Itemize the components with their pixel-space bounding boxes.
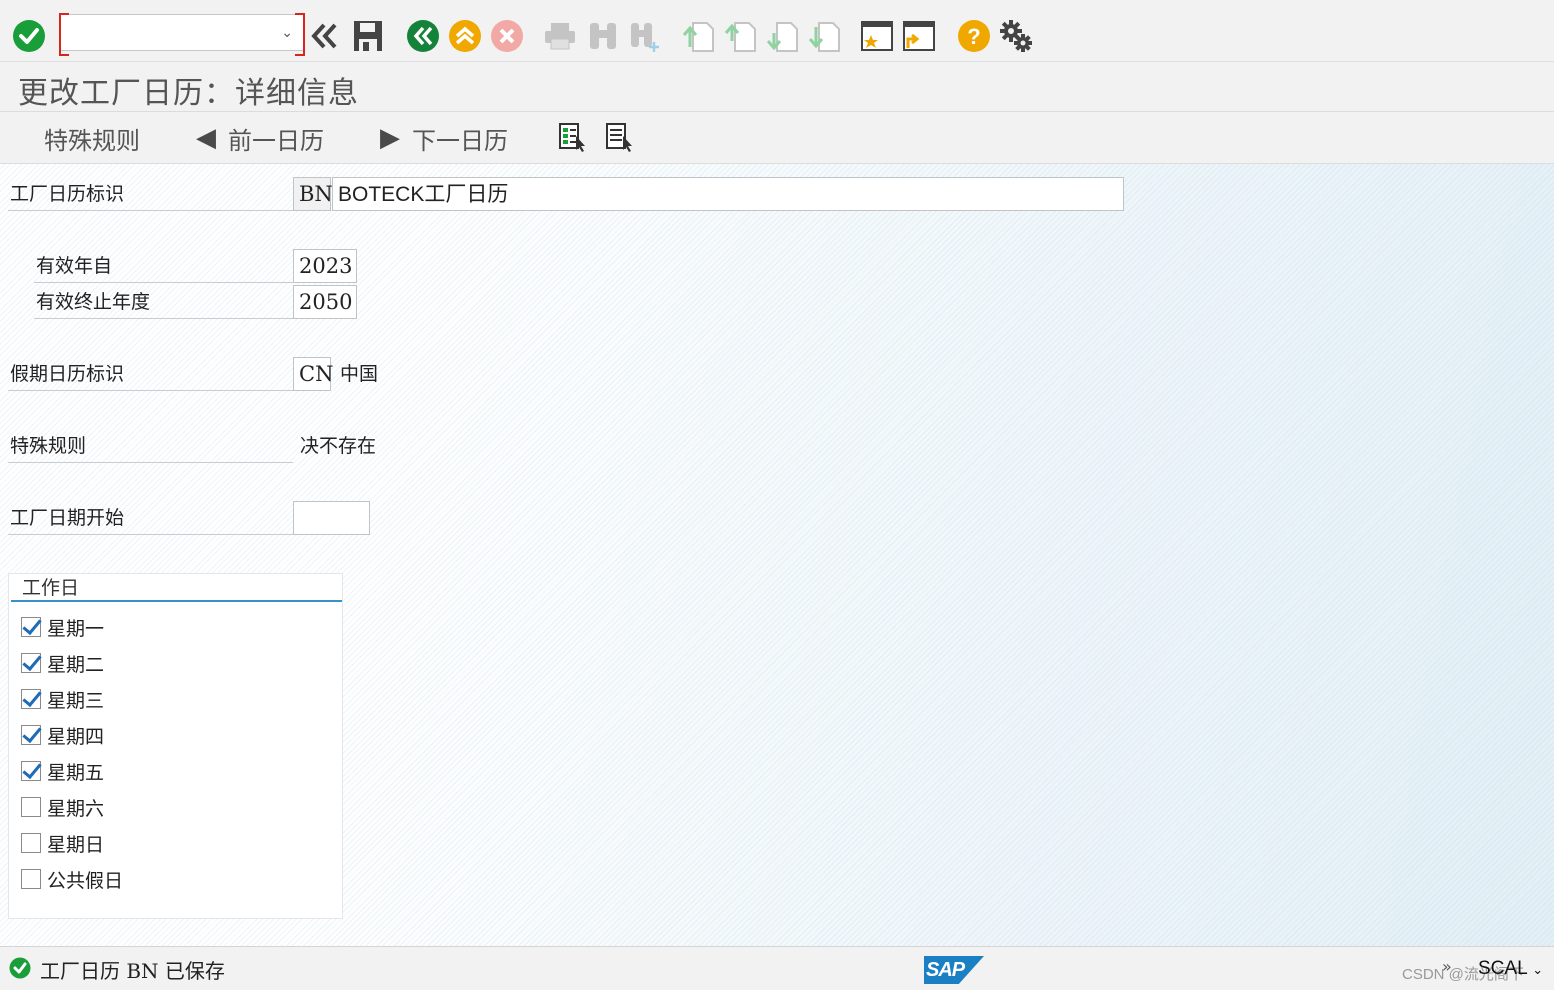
special-rules-button-label: 特殊规则 xyxy=(44,126,140,155)
triangle-left-icon: ◀ xyxy=(196,123,216,153)
workdays-title: 工作日 xyxy=(11,576,342,602)
workday-label: 星期四 xyxy=(47,725,105,748)
special-rules-label: 特殊规则 xyxy=(8,429,293,463)
previous-page-icon xyxy=(722,16,758,56)
system-info-label: SCAL xyxy=(1478,958,1527,979)
command-field[interactable]: ⌄ xyxy=(59,13,305,56)
factory-date-start-field[interactable] xyxy=(293,501,370,535)
success-icon xyxy=(9,957,31,983)
application-toolbar: 特殊规则 ◀ 前一日历 ▶ 下一日历 xyxy=(0,112,1554,164)
checkbox[interactable] xyxy=(21,653,41,673)
previous-calendar-button[interactable]: ◀ 前一日历 xyxy=(196,120,324,156)
special-rules-button[interactable]: 特殊规则 xyxy=(44,120,140,156)
valid-from-field[interactable]: 2023 xyxy=(293,249,357,283)
valid-to-label: 有效终止年度 xyxy=(34,285,293,319)
page-title: 更改工厂日历：详细信息 xyxy=(18,76,359,111)
factory-calendar-desc-field[interactable]: BOTECK工厂日历 xyxy=(332,177,1124,211)
workday-wednesday[interactable]: 星期三 xyxy=(21,685,104,713)
last-page-icon xyxy=(806,16,842,56)
print-icon xyxy=(542,16,578,56)
chevron-down-icon[interactable]: ⌄ xyxy=(281,25,293,41)
cancel-icon xyxy=(489,16,525,56)
first-page-icon xyxy=(680,16,716,56)
workday-label: 星期六 xyxy=(47,797,105,820)
title-bar: 更改工厂日历：详细信息 xyxy=(0,62,1554,112)
next-page-icon xyxy=(764,16,800,56)
command-input[interactable] xyxy=(67,15,277,48)
status-message[interactable]: 工厂日历 BN 已保存 xyxy=(40,955,225,984)
next-calendar-button[interactable]: ▶ 下一日历 xyxy=(380,120,508,156)
workday-monday[interactable]: 星期一 xyxy=(21,613,104,641)
next-calendar-label: 下一日历 xyxy=(412,126,508,155)
workday-label: 星期二 xyxy=(47,653,105,676)
find-next-icon xyxy=(627,16,663,56)
system-info[interactable]: SCAL ⌄ xyxy=(1478,958,1543,980)
checkbox[interactable] xyxy=(21,797,41,817)
select-layout-icon[interactable] xyxy=(558,122,588,156)
exit-icon[interactable] xyxy=(447,16,483,56)
workday-label: 星期三 xyxy=(47,689,105,712)
system-toolbar: ⌄ ? xyxy=(0,0,1554,62)
workday-tuesday[interactable]: 星期二 xyxy=(21,649,104,677)
workday-thursday[interactable]: 星期四 xyxy=(21,721,104,749)
holiday-calendar-id-field[interactable]: CN xyxy=(293,357,333,391)
factory-calendar-desc-text: BOTECK工厂日历 xyxy=(338,183,509,206)
valid-to-field[interactable]: 2050 xyxy=(293,285,357,319)
workday-label: 公共假日 xyxy=(47,869,124,892)
workday-friday[interactable]: 星期五 xyxy=(21,757,104,785)
status-bar: 工厂日历 BN 已保存 SAP CSDN @流光阁下 » SCAL ⌄ xyxy=(0,946,1554,990)
back-double-icon[interactable] xyxy=(306,16,342,56)
workday-public-holiday[interactable]: 公共假日 xyxy=(21,865,123,893)
back-icon[interactable] xyxy=(405,16,441,56)
sap-logo: SAP xyxy=(924,956,984,984)
help-icon[interactable]: ? xyxy=(956,16,992,56)
checkbox[interactable] xyxy=(21,617,41,637)
holiday-calendar-id-label: 假期日历标识 xyxy=(8,357,293,391)
chevron-down-icon[interactable]: ⌄ xyxy=(1532,963,1543,978)
main-area: 工厂日历标识 BN BOTECK工厂日历 有效年自 2023 有效终止年度 20… xyxy=(0,164,1554,946)
checkbox[interactable] xyxy=(21,689,41,709)
chevron-double-right-icon[interactable]: » xyxy=(1442,957,1452,976)
details-layout-icon[interactable] xyxy=(605,122,635,156)
checkbox[interactable] xyxy=(21,761,41,781)
workday-saturday[interactable]: 星期六 xyxy=(21,793,104,821)
previous-calendar-label: 前一日历 xyxy=(228,126,324,155)
svg-text:?: ? xyxy=(967,24,980,49)
checkbox[interactable] xyxy=(21,725,41,745)
checkbox[interactable] xyxy=(21,869,41,889)
settings-icon[interactable] xyxy=(998,16,1034,56)
special-rules-value: 决不存在 xyxy=(300,435,377,457)
workday-label: 星期一 xyxy=(47,617,105,640)
save-icon[interactable] xyxy=(350,16,386,56)
factory-calendar-id-label: 工厂日历标识 xyxy=(8,177,293,211)
valid-from-label: 有效年自 xyxy=(34,249,293,283)
new-session-icon[interactable] xyxy=(859,16,895,56)
workday-sunday[interactable]: 星期日 xyxy=(21,829,104,857)
enter-icon[interactable] xyxy=(11,16,47,56)
shortcut-icon[interactable] xyxy=(901,16,937,56)
workday-label: 星期日 xyxy=(47,833,105,856)
triangle-right-icon: ▶ xyxy=(380,123,400,153)
factory-date-start-label: 工厂日期开始 xyxy=(8,501,293,535)
holiday-calendar-desc: 中国 xyxy=(340,363,379,385)
factory-calendar-id-field: BN xyxy=(293,177,333,211)
workday-label: 星期五 xyxy=(47,761,105,784)
find-icon xyxy=(585,16,621,56)
workdays-group: 工作日 星期一 星期二 星期三 星期四 星期五 星期六 星期日 公共假日 xyxy=(8,573,343,919)
checkbox[interactable] xyxy=(21,833,41,853)
